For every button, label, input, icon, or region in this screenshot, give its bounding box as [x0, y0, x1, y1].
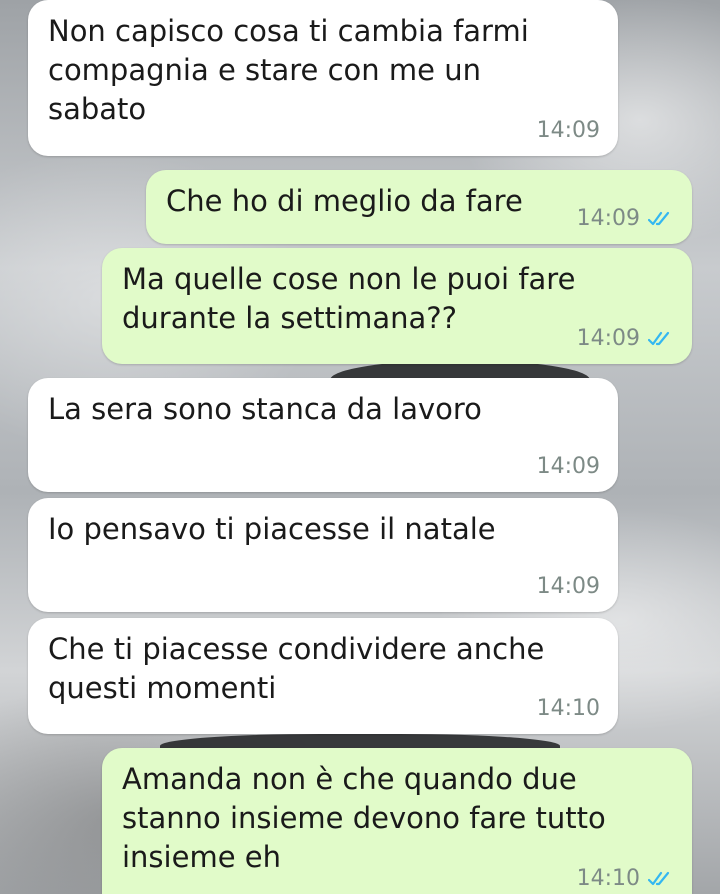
message-text: Amanda non è che quando due stanno insie…	[122, 762, 606, 874]
message-meta: 14:09	[537, 574, 600, 600]
double-check-icon	[648, 871, 670, 886]
message-bubble-outgoing[interactable]: Ma quelle cose non le puoi fare durante …	[102, 248, 692, 364]
message-time: 14:10	[576, 866, 640, 891]
message-text: Che ti piacesse condividere anche questi…	[48, 632, 545, 705]
message-bubble-incoming[interactable]: Che ti piacesse condividere anche questi…	[28, 618, 618, 734]
message-time: 14:09	[576, 326, 640, 351]
message-time: 14:09	[536, 118, 600, 143]
message-meta: 14:09	[537, 118, 600, 144]
message-time: 14:09	[576, 206, 640, 231]
message-meta: 14:09	[577, 326, 674, 352]
message-meta: 14:10	[577, 866, 674, 892]
message-time: 14:09	[536, 454, 600, 479]
message-meta: 14:10	[537, 696, 600, 722]
message-time: 14:09	[536, 574, 600, 599]
message-bubble-outgoing[interactable]: Amanda non è che quando due stanno insie…	[102, 748, 692, 894]
double-check-icon	[648, 211, 670, 226]
message-time: 14:10	[536, 696, 600, 721]
message-text: La sera sono stanca da lavoro	[48, 392, 482, 426]
double-check-icon	[648, 331, 670, 346]
message-bubble-incoming[interactable]: Io pensavo ti piacesse il natale 14:09	[28, 498, 618, 612]
message-bubble-outgoing[interactable]: Che ho di meglio da fare 14:09	[146, 170, 692, 244]
message-text: Io pensavo ti piacesse il natale	[48, 512, 496, 546]
message-bubble-incoming[interactable]: Non capisco cosa ti cambia farmi compagn…	[28, 0, 618, 156]
message-meta: 14:09	[577, 206, 674, 232]
message-text: Non capisco cosa ti cambia farmi compagn…	[48, 14, 529, 126]
message-bubble-incoming[interactable]: La sera sono stanca da lavoro 14:09	[28, 378, 618, 492]
message-meta: 14:09	[537, 454, 600, 480]
